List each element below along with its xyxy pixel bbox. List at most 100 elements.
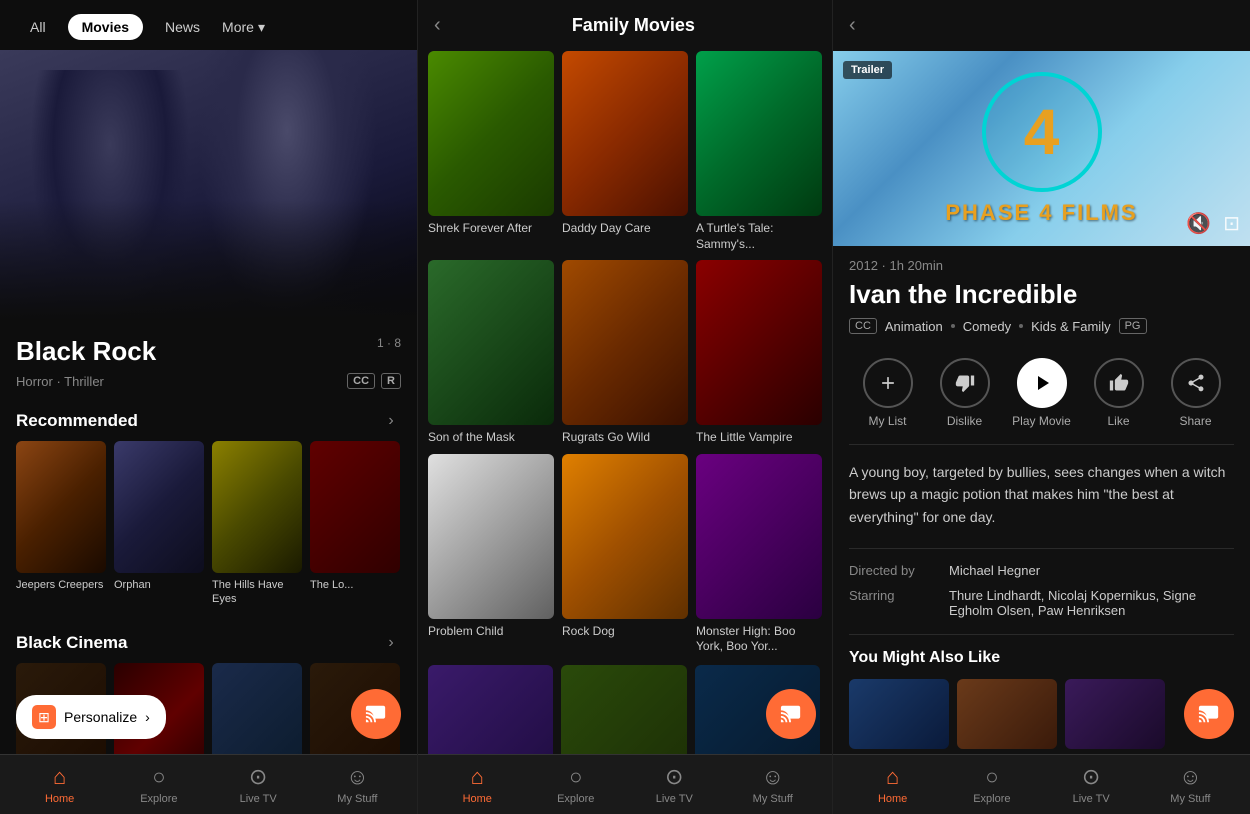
mid-back-button[interactable]: ‹: [434, 14, 441, 37]
mylist-button[interactable]: My List: [858, 358, 918, 428]
filter-news[interactable]: News: [151, 14, 214, 40]
grid-label-5: The Little Vampire: [696, 430, 822, 446]
left-nav-livetv[interactable]: ⊙ Live TV: [228, 764, 288, 805]
starring-row: Starring Thure Lindhardt, Nicolaj Kopern…: [849, 588, 1234, 618]
dislike-button[interactable]: Dislike: [935, 358, 995, 428]
share-icon: [1171, 358, 1221, 408]
cast-button-left[interactable]: [351, 689, 401, 739]
left-bottom-nav: ⌂ Home ○ Explore ⊙ Live TV ☺ My Stuff: [0, 754, 417, 814]
fullscreen-icon[interactable]: ⊡: [1223, 211, 1240, 236]
explore-icon-right: ○: [985, 764, 998, 790]
left-nav-explore[interactable]: ○ Explore: [129, 764, 189, 805]
grid-movie-5[interactable]: The Little Vampire: [696, 260, 822, 446]
mid-nav-mystuff[interactable]: ☺ My Stuff: [743, 764, 803, 805]
share-button[interactable]: Share: [1166, 358, 1226, 428]
filter-more[interactable]: More ▾: [222, 19, 265, 36]
filter-movies[interactable]: Movies: [68, 14, 143, 40]
phase4-circle: 4: [982, 72, 1102, 192]
share-label: Share: [1179, 414, 1211, 428]
ym-movie-1[interactable]: [957, 679, 1057, 749]
grid-poster-2: [696, 51, 822, 216]
mylist-label: My List: [868, 414, 906, 428]
right-nav-home[interactable]: ⌂ Home: [863, 764, 923, 805]
black-cinema-chevron[interactable]: ›: [381, 633, 401, 653]
mid-nav-livetv[interactable]: ⊙ Live TV: [644, 764, 704, 805]
livetv-icon-mid: ⊙: [665, 764, 683, 790]
filter-all[interactable]: All: [16, 14, 60, 40]
ym-movie-0[interactable]: [849, 679, 949, 749]
directed-by-value: Michael Hegner: [949, 563, 1234, 578]
hero-image: [0, 50, 417, 320]
home-icon-right: ⌂: [886, 764, 899, 790]
grid-movie-7[interactable]: Rock Dog: [562, 454, 688, 655]
page-indicator: 1 · 8: [377, 336, 401, 350]
cast-button-mid[interactable]: [766, 689, 816, 739]
grid-movie-1[interactable]: Daddy Day Care: [562, 51, 688, 252]
recommended-chevron[interactable]: ›: [381, 411, 401, 431]
right-scroll-content: 2012 · 1h 20min Ivan the Incredible CC A…: [833, 246, 1250, 814]
trailer-badge: Trailer: [843, 61, 892, 79]
rec-movie-2[interactable]: The Hills Have Eyes: [212, 441, 302, 607]
livetv-icon-left: ⊙: [249, 764, 267, 790]
right-pg-badge: PG: [1119, 318, 1147, 334]
recommended-header: Recommended ›: [0, 397, 417, 441]
left-nav-mystuff[interactable]: ☺ My Stuff: [327, 764, 387, 805]
grid-movie-0[interactable]: Shrek Forever After: [428, 51, 554, 252]
right-header: ‹: [833, 0, 1250, 51]
rec-movie-0[interactable]: Jeepers Creepers: [16, 441, 106, 607]
rec-poster-1: [114, 441, 204, 573]
rec-label-3: The Lo...: [310, 578, 400, 592]
rec-label-1: Orphan: [114, 578, 204, 592]
mid-nav-home[interactable]: ⌂ Home: [447, 764, 507, 805]
rec-movie-1[interactable]: Orphan: [114, 441, 204, 607]
grid-movie-6[interactable]: Problem Child: [428, 454, 554, 655]
play-icon: [1017, 358, 1067, 408]
recommended-title: Recommended: [16, 411, 138, 431]
movie-description: A young boy, targeted by bullies, sees c…: [849, 461, 1234, 528]
right-nav-mystuff[interactable]: ☺ My Stuff: [1160, 764, 1220, 805]
right-back-button[interactable]: ‹: [849, 14, 856, 37]
mid-nav-explore[interactable]: ○ Explore: [546, 764, 606, 805]
grid-movie-8[interactable]: Monster High: Boo York, Boo Yor...: [696, 454, 822, 655]
trailer-frame: 4 PHASE 4 FILMS Trailer 🔇 ⊡: [833, 51, 1250, 246]
mute-icon[interactable]: 🔇: [1186, 211, 1211, 236]
play-label: Play Movie: [1012, 414, 1071, 428]
grid-label-7: Rock Dog: [562, 624, 688, 640]
grid-label-4: Rugrats Go Wild: [562, 430, 688, 446]
like-button[interactable]: Like: [1089, 358, 1149, 428]
left-nav-home[interactable]: ⌂ Home: [30, 764, 90, 805]
movie-grid: Shrek Forever After Daddy Day Care A Tur…: [428, 51, 822, 665]
grid-movie-4[interactable]: Rugrats Go Wild: [562, 260, 688, 446]
right-bottom-nav: ⌂ Home ○ Explore ⊙ Live TV ☺ My Stuff: [833, 754, 1250, 814]
personalize-icon: ⊞: [32, 705, 56, 729]
starring-label: Starring: [849, 588, 949, 618]
rec-movie-3[interactable]: The Lo...: [310, 441, 400, 607]
grid-movie-2[interactable]: A Turtle's Tale: Sammy's...: [696, 51, 822, 252]
cast-button-right[interactable]: [1184, 689, 1234, 739]
ym-movie-2[interactable]: [1065, 679, 1165, 749]
mid-header: ‹ Family Movies: [418, 0, 832, 51]
grid-poster-1: [562, 51, 688, 216]
grid-poster-0: [428, 51, 554, 216]
home-label-mid: Home: [463, 793, 492, 805]
left-panel: All Movies News More ▾ Black Rock 1 · 8 …: [0, 0, 418, 814]
right-nav-explore[interactable]: ○ Explore: [962, 764, 1022, 805]
genre-dot-1: [951, 324, 955, 328]
cc-badge: CC: [347, 373, 375, 389]
left-scroll-content: Black Rock 1 · 8 Horror · Thriller CC R …: [0, 320, 417, 814]
recommended-list: Jeepers Creepers Orphan The Hills Have E…: [0, 441, 417, 619]
play-button[interactable]: Play Movie: [1012, 358, 1072, 428]
home-icon-mid: ⌂: [471, 764, 484, 790]
mid-bottom-nav: ⌂ Home ○ Explore ⊙ Live TV ☺ My Stuff: [418, 754, 832, 814]
grid-movie-3[interactable]: Son of the Mask: [428, 260, 554, 446]
trailer-icons: 🔇 ⊡: [1186, 211, 1240, 236]
mystuff-icon-mid: ☺: [762, 764, 784, 790]
grid-poster-3: [428, 260, 554, 425]
livetv-label-mid: Live TV: [656, 793, 693, 805]
explore-label-left: Explore: [140, 793, 177, 805]
personalize-toast[interactable]: ⊞ Personalize ›: [16, 695, 166, 739]
home-label-left: Home: [45, 793, 74, 805]
livetv-label-left: Live TV: [240, 793, 277, 805]
grid-poster-7: [562, 454, 688, 619]
right-nav-livetv[interactable]: ⊙ Live TV: [1061, 764, 1121, 805]
